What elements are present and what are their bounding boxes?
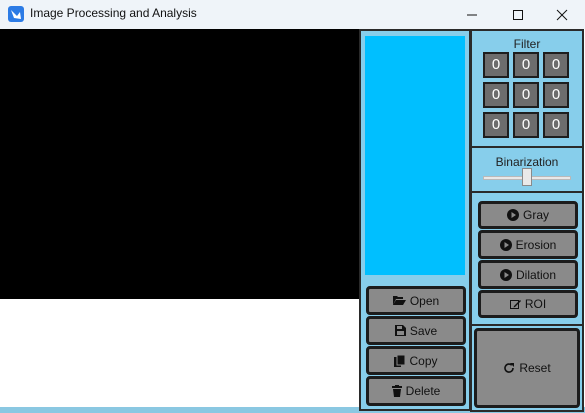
reset-button[interactable]: Reset	[474, 328, 580, 408]
maximize-button[interactable]	[495, 0, 541, 29]
color-preview	[365, 36, 465, 275]
filter-cell[interactable]: 0	[513, 52, 539, 78]
filter-cell[interactable]: 0	[483, 52, 509, 78]
copy-label: Copy	[409, 353, 438, 368]
app-window: Image Processing and Analysis Open Save …	[0, 0, 585, 413]
play-circle-icon	[499, 268, 512, 281]
canvas-background	[0, 299, 360, 407]
copy-button[interactable]: Copy	[366, 346, 466, 375]
gray-label: Gray	[522, 208, 549, 222]
close-button[interactable]	[539, 0, 585, 29]
filter-cell[interactable]: 0	[513, 112, 539, 138]
folder-open-icon	[392, 296, 406, 305]
dilation-label: Dilation	[515, 267, 557, 282]
app-logo-icon	[8, 6, 24, 22]
open-label: Open	[409, 293, 440, 308]
trash-icon	[391, 385, 402, 397]
operations-panel: Gray Erosion Dilation ROI	[470, 191, 584, 326]
binarization-panel: Binarization	[470, 146, 584, 193]
delete-label: Delete	[405, 384, 441, 398]
save-button[interactable]: Save	[366, 316, 466, 345]
filter-cell[interactable]: 0	[543, 112, 569, 138]
filter-cell[interactable]: 0	[483, 82, 509, 108]
filter-panel: Filter 0 0 0 0 0 0 0 0 0	[470, 29, 584, 148]
copy-icon	[394, 354, 406, 367]
open-button[interactable]: Open	[366, 286, 466, 315]
save-label: Save	[409, 323, 438, 338]
binarization-label: Binarization	[495, 155, 559, 169]
image-canvas[interactable]	[0, 29, 360, 299]
title-bar: Image Processing and Analysis	[0, 0, 585, 29]
edit-icon	[509, 299, 521, 309]
dilation-button[interactable]: Dilation	[478, 260, 578, 289]
filter-label: Filter	[513, 37, 541, 51]
delete-button[interactable]: Delete	[366, 376, 466, 406]
reset-panel: Reset	[470, 324, 584, 412]
play-circle-icon	[506, 209, 519, 221]
reset-label: Reset	[519, 361, 551, 375]
filter-cell[interactable]: 0	[513, 82, 539, 108]
gray-button[interactable]: Gray	[478, 201, 578, 229]
window-title: Image Processing and Analysis	[30, 6, 197, 20]
binarization-slider-thumb[interactable]	[522, 168, 532, 186]
erosion-label: Erosion	[515, 237, 557, 252]
filter-cell[interactable]: 0	[543, 52, 569, 78]
save-icon	[394, 325, 406, 336]
roi-label: ROI	[524, 297, 547, 311]
play-circle-icon	[499, 238, 512, 251]
filter-cell[interactable]: 0	[543, 82, 569, 108]
roi-button[interactable]: ROI	[478, 290, 578, 318]
close-icon	[556, 9, 568, 21]
minimize-button[interactable]	[449, 0, 495, 29]
refresh-icon	[504, 363, 515, 373]
erosion-button[interactable]: Erosion	[478, 230, 578, 259]
minimize-icon	[467, 14, 477, 16]
preview-panel: Open Save Copy Delete	[359, 29, 471, 411]
maximize-icon	[513, 10, 523, 20]
filter-cell[interactable]: 0	[483, 112, 509, 138]
